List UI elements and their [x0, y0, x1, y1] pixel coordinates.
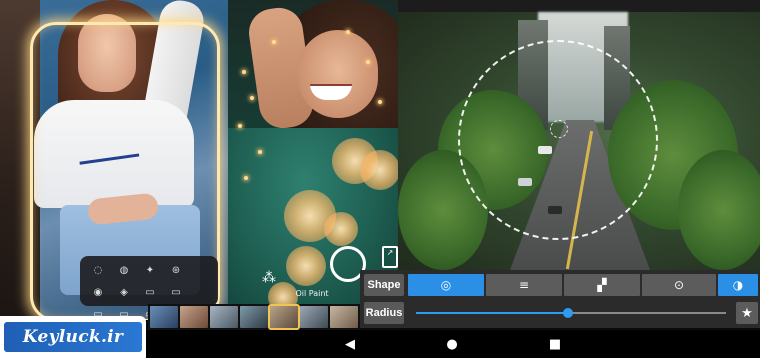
watermark-text: Keyluck.ir — [4, 322, 142, 352]
shape-option-pixel[interactable]: ▞ — [564, 274, 640, 296]
focus-circle[interactable] — [458, 40, 658, 240]
tool-icon[interactable]: ◌ — [86, 260, 110, 280]
focus-center-handle[interactable] — [550, 120, 568, 138]
filter-thumbnail[interactable] — [268, 304, 300, 330]
recents-button[interactable]: ■ — [545, 336, 565, 352]
filter-thumbnail[interactable] — [210, 306, 238, 328]
favorite-button[interactable]: ★ — [736, 302, 758, 324]
radio-dot-icon: ⊙ — [673, 278, 685, 292]
shape-option-dot[interactable]: ⊙ — [642, 274, 716, 296]
top-toolbar — [398, 0, 760, 12]
tool-icon[interactable]: ▭ — [138, 282, 162, 302]
fairy-light — [238, 124, 242, 128]
radius-row: Radius ★ — [360, 300, 760, 326]
fairy-light — [378, 100, 382, 104]
tool-icon[interactable]: ⊛ — [164, 260, 188, 280]
tool-icon[interactable]: ◉ — [86, 282, 110, 302]
lines-icon: ≡ — [518, 278, 530, 292]
fairy-light — [258, 150, 262, 154]
promo-portrait-panel: ◌ ◍ ✦ ⊛ ◉ ◈ ▭ ▭ ▭ ▭ ▭ ▭ — [0, 0, 232, 320]
shape-row: Shape ◎ ≡ ▞ ⊙ ◑ — [360, 272, 760, 298]
shape-option-circle[interactable]: ◎ — [408, 274, 484, 296]
tool-menu: ◌ ◍ ✦ ⊛ ◉ ◈ ▭ ▭ ▭ ▭ ▭ ▭ — [80, 256, 218, 320]
portrait-face — [298, 30, 378, 118]
back-button[interactable]: ◀ — [340, 336, 360, 352]
tool-icon[interactable]: ◍ — [112, 260, 136, 280]
radius-slider[interactable] — [416, 308, 726, 318]
tree — [678, 150, 760, 270]
fairy-light — [244, 176, 248, 180]
tool-icon[interactable]: ✦ — [138, 260, 162, 280]
filter-thumbnail[interactable] — [330, 306, 358, 328]
fairy-light — [346, 30, 350, 34]
fairy-light — [366, 60, 370, 64]
shape-option-half[interactable]: ◑ — [718, 274, 758, 296]
effects-dots-icon[interactable]: ⁂ — [262, 270, 276, 286]
screenshot-collage: ◌ ◍ ✦ ⊛ ◉ ◈ ▭ ▭ ▭ ▭ ▭ ▭ — [0, 0, 760, 358]
radius-slider-thumb[interactable] — [562, 308, 573, 318]
bokeh-light — [360, 150, 398, 190]
home-button[interactable]: ● — [442, 336, 462, 352]
half-circle-icon: ◑ — [732, 278, 744, 292]
filter-thumbnail[interactable] — [300, 306, 328, 328]
filter-thumbnail[interactable] — [150, 306, 178, 328]
tool-icon[interactable]: ▭ — [164, 282, 188, 302]
radius-slider-fill — [416, 312, 568, 314]
share-icon[interactable]: ↗ — [382, 246, 398, 268]
star-icon: ★ — [741, 305, 753, 321]
tool-icon[interactable]: ◈ — [112, 282, 136, 302]
watermark-badge: Keyluck.ir — [0, 316, 146, 358]
target-icon: ◎ — [440, 278, 452, 292]
filter-thumbnail[interactable] — [180, 306, 208, 328]
fairy-light — [250, 96, 254, 100]
fairy-light — [242, 70, 246, 74]
filter-label: Oil Paint — [295, 289, 329, 298]
radius-label: Radius — [364, 302, 404, 324]
filter-thumbnail-strip — [148, 304, 360, 330]
filter-thumbnail[interactable] — [240, 306, 268, 328]
pixel-grid-icon: ▞ — [597, 278, 607, 292]
shape-label: Shape — [364, 274, 404, 296]
shape-option-linear[interactable]: ≡ — [486, 274, 562, 296]
fairy-light — [272, 40, 276, 44]
tilt-shift-controls: Shape ◎ ≡ ▞ ⊙ ◑ Radius ★ — [360, 270, 760, 328]
tilt-shift-preview[interactable] — [398, 0, 760, 270]
